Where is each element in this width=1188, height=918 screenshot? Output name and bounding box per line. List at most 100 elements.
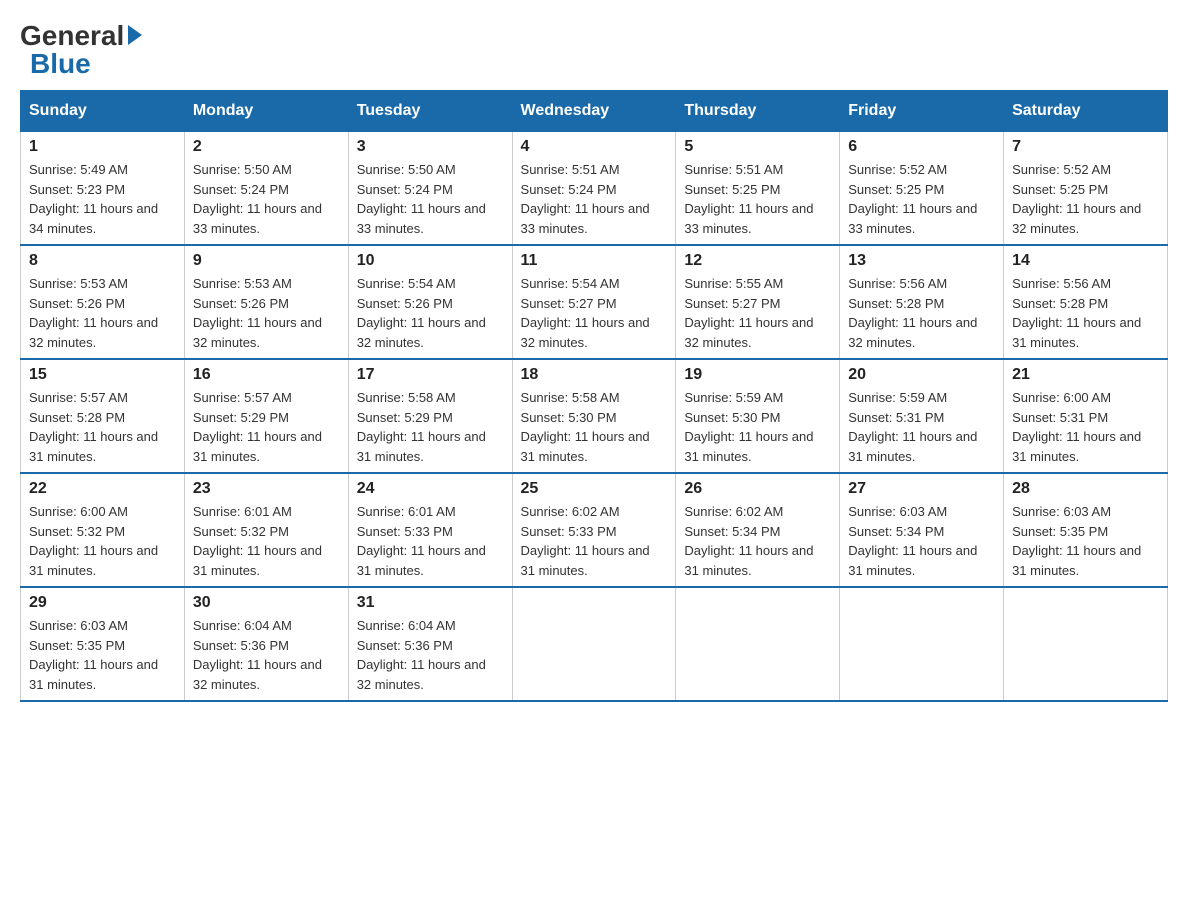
day-number: 30	[193, 594, 340, 612]
day-info: Sunrise: 6:01 AMSunset: 5:32 PMDaylight:…	[193, 502, 340, 580]
calendar-day-cell: 21 Sunrise: 6:00 AMSunset: 5:31 PMDayligh…	[1004, 359, 1168, 473]
day-number: 24	[357, 480, 504, 498]
logo: General Blue	[20, 20, 142, 80]
day-info: Sunrise: 5:54 AMSunset: 5:27 PMDaylight:…	[521, 274, 668, 352]
day-number: 12	[684, 252, 831, 270]
day-number: 20	[848, 366, 995, 384]
day-info: Sunrise: 5:51 AMSunset: 5:25 PMDaylight:…	[684, 160, 831, 238]
calendar-day-cell: 19 Sunrise: 5:59 AMSunset: 5:30 PMDayligh…	[676, 359, 840, 473]
calendar-week-row: 15 Sunrise: 5:57 AMSunset: 5:28 PMDayligh…	[21, 359, 1168, 473]
day-info: Sunrise: 5:56 AMSunset: 5:28 PMDaylight:…	[1012, 274, 1159, 352]
calendar-day-cell: 12 Sunrise: 5:55 AMSunset: 5:27 PMDayligh…	[676, 245, 840, 359]
day-of-week-header: Thursday	[676, 91, 840, 131]
calendar-day-cell: 9 Sunrise: 5:53 AMSunset: 5:26 PMDaylight…	[184, 245, 348, 359]
day-info: Sunrise: 6:03 AMSunset: 5:35 PMDaylight:…	[29, 616, 176, 694]
calendar-day-cell: 2 Sunrise: 5:50 AMSunset: 5:24 PMDaylight…	[184, 131, 348, 245]
calendar-header: SundayMondayTuesdayWednesdayThursdayFrid…	[21, 91, 1168, 131]
page-header: General Blue	[20, 20, 1168, 80]
day-number: 19	[684, 366, 831, 384]
calendar-day-cell: 11 Sunrise: 5:54 AMSunset: 5:27 PMDayligh…	[512, 245, 676, 359]
calendar-day-cell: 23 Sunrise: 6:01 AMSunset: 5:32 PMDayligh…	[184, 473, 348, 587]
day-info: Sunrise: 6:04 AMSunset: 5:36 PMDaylight:…	[193, 616, 340, 694]
day-of-week-header: Wednesday	[512, 91, 676, 131]
calendar-day-cell: 16 Sunrise: 5:57 AMSunset: 5:29 PMDayligh…	[184, 359, 348, 473]
calendar-day-cell	[840, 587, 1004, 701]
calendar-day-cell: 30 Sunrise: 6:04 AMSunset: 5:36 PMDayligh…	[184, 587, 348, 701]
calendar-day-cell: 15 Sunrise: 5:57 AMSunset: 5:28 PMDayligh…	[21, 359, 185, 473]
calendar-day-cell: 27 Sunrise: 6:03 AMSunset: 5:34 PMDayligh…	[840, 473, 1004, 587]
day-of-week-header: Sunday	[21, 91, 185, 131]
calendar-week-row: 29Sunrise: 6:03 AMSunset: 5:35 PMDayligh…	[21, 587, 1168, 701]
day-info: Sunrise: 5:58 AMSunset: 5:30 PMDaylight:…	[521, 388, 668, 466]
calendar-day-cell: 31Sunrise: 6:04 AMSunset: 5:36 PMDayligh…	[348, 587, 512, 701]
day-info: Sunrise: 5:57 AMSunset: 5:28 PMDaylight:…	[29, 388, 176, 466]
day-info: Sunrise: 5:50 AMSunset: 5:24 PMDaylight:…	[357, 160, 504, 238]
calendar-day-cell: 3 Sunrise: 5:50 AMSunset: 5:24 PMDaylight…	[348, 131, 512, 245]
calendar-day-cell: 7Sunrise: 5:52 AMSunset: 5:25 PMDaylight…	[1004, 131, 1168, 245]
calendar-day-cell: 29Sunrise: 6:03 AMSunset: 5:35 PMDayligh…	[21, 587, 185, 701]
day-number: 23	[193, 480, 340, 498]
calendar-table: SundayMondayTuesdayWednesdayThursdayFrid…	[20, 90, 1168, 702]
calendar-day-cell: 5 Sunrise: 5:51 AMSunset: 5:25 PMDaylight…	[676, 131, 840, 245]
day-info: Sunrise: 6:03 AMSunset: 5:34 PMDaylight:…	[848, 502, 995, 580]
day-number: 17	[357, 366, 504, 384]
day-number: 11	[521, 252, 668, 270]
day-number: 8	[29, 252, 176, 270]
day-info: Sunrise: 5:49 AMSunset: 5:23 PMDaylight:…	[29, 160, 176, 238]
day-info: Sunrise: 6:02 AMSunset: 5:33 PMDaylight:…	[521, 502, 668, 580]
calendar-day-cell: 28Sunrise: 6:03 AMSunset: 5:35 PMDayligh…	[1004, 473, 1168, 587]
day-number: 25	[521, 480, 668, 498]
day-info: Sunrise: 5:59 AMSunset: 5:31 PMDaylight:…	[848, 388, 995, 466]
day-number: 18	[521, 366, 668, 384]
calendar-day-cell: 4 Sunrise: 5:51 AMSunset: 5:24 PMDaylight…	[512, 131, 676, 245]
day-info: Sunrise: 5:55 AMSunset: 5:27 PMDaylight:…	[684, 274, 831, 352]
day-info: Sunrise: 6:04 AMSunset: 5:36 PMDaylight:…	[357, 616, 504, 694]
day-number: 7	[1012, 138, 1159, 156]
day-info: Sunrise: 5:59 AMSunset: 5:30 PMDaylight:…	[684, 388, 831, 466]
day-number: 9	[193, 252, 340, 270]
calendar-day-cell	[512, 587, 676, 701]
day-number: 10	[357, 252, 504, 270]
day-number: 26	[684, 480, 831, 498]
calendar-day-cell: 6Sunrise: 5:52 AMSunset: 5:25 PMDaylight…	[840, 131, 1004, 245]
day-info: Sunrise: 6:03 AMSunset: 5:35 PMDaylight:…	[1012, 502, 1159, 580]
day-info: Sunrise: 5:50 AMSunset: 5:24 PMDaylight:…	[193, 160, 340, 238]
day-number: 3	[357, 138, 504, 156]
calendar-day-cell: 18 Sunrise: 5:58 AMSunset: 5:30 PMDayligh…	[512, 359, 676, 473]
calendar-day-cell: 26 Sunrise: 6:02 AMSunset: 5:34 PMDayligh…	[676, 473, 840, 587]
day-number: 4	[521, 138, 668, 156]
logo-blue-text: Blue	[30, 48, 91, 79]
calendar-body: 1 Sunrise: 5:49 AMSunset: 5:23 PMDaylight…	[21, 131, 1168, 701]
day-number: 5	[684, 138, 831, 156]
day-number: 27	[848, 480, 995, 498]
calendar-day-cell: 14Sunrise: 5:56 AMSunset: 5:28 PMDayligh…	[1004, 245, 1168, 359]
day-info: Sunrise: 6:01 AMSunset: 5:33 PMDaylight:…	[357, 502, 504, 580]
day-info: Sunrise: 5:56 AMSunset: 5:28 PMDaylight:…	[848, 274, 995, 352]
day-info: Sunrise: 5:58 AMSunset: 5:29 PMDaylight:…	[357, 388, 504, 466]
days-of-week-row: SundayMondayTuesdayWednesdayThursdayFrid…	[21, 91, 1168, 131]
day-info: Sunrise: 5:53 AMSunset: 5:26 PMDaylight:…	[193, 274, 340, 352]
day-info: Sunrise: 6:00 AMSunset: 5:32 PMDaylight:…	[29, 502, 176, 580]
day-of-week-header: Saturday	[1004, 91, 1168, 131]
day-number: 16	[193, 366, 340, 384]
calendar-day-cell: 8 Sunrise: 5:53 AMSunset: 5:26 PMDaylight…	[21, 245, 185, 359]
day-info: Sunrise: 5:53 AMSunset: 5:26 PMDaylight:…	[29, 274, 176, 352]
day-of-week-header: Tuesday	[348, 91, 512, 131]
calendar-day-cell: 13Sunrise: 5:56 AMSunset: 5:28 PMDayligh…	[840, 245, 1004, 359]
day-info: Sunrise: 5:57 AMSunset: 5:29 PMDaylight:…	[193, 388, 340, 466]
calendar-week-row: 8 Sunrise: 5:53 AMSunset: 5:26 PMDaylight…	[21, 245, 1168, 359]
day-number: 15	[29, 366, 176, 384]
day-info: Sunrise: 5:54 AMSunset: 5:26 PMDaylight:…	[357, 274, 504, 352]
calendar-day-cell: 17 Sunrise: 5:58 AMSunset: 5:29 PMDayligh…	[348, 359, 512, 473]
calendar-day-cell: 24 Sunrise: 6:01 AMSunset: 5:33 PMDayligh…	[348, 473, 512, 587]
calendar-day-cell	[676, 587, 840, 701]
calendar-day-cell: 1 Sunrise: 5:49 AMSunset: 5:23 PMDaylight…	[21, 131, 185, 245]
day-number: 2	[193, 138, 340, 156]
day-number: 21	[1012, 366, 1159, 384]
day-info: Sunrise: 5:51 AMSunset: 5:24 PMDaylight:…	[521, 160, 668, 238]
day-number: 1	[29, 138, 176, 156]
calendar-day-cell	[1004, 587, 1168, 701]
day-info: Sunrise: 6:02 AMSunset: 5:34 PMDaylight:…	[684, 502, 831, 580]
calendar-day-cell: 25 Sunrise: 6:02 AMSunset: 5:33 PMDayligh…	[512, 473, 676, 587]
day-info: Sunrise: 6:00 AMSunset: 5:31 PMDaylight:…	[1012, 388, 1159, 466]
